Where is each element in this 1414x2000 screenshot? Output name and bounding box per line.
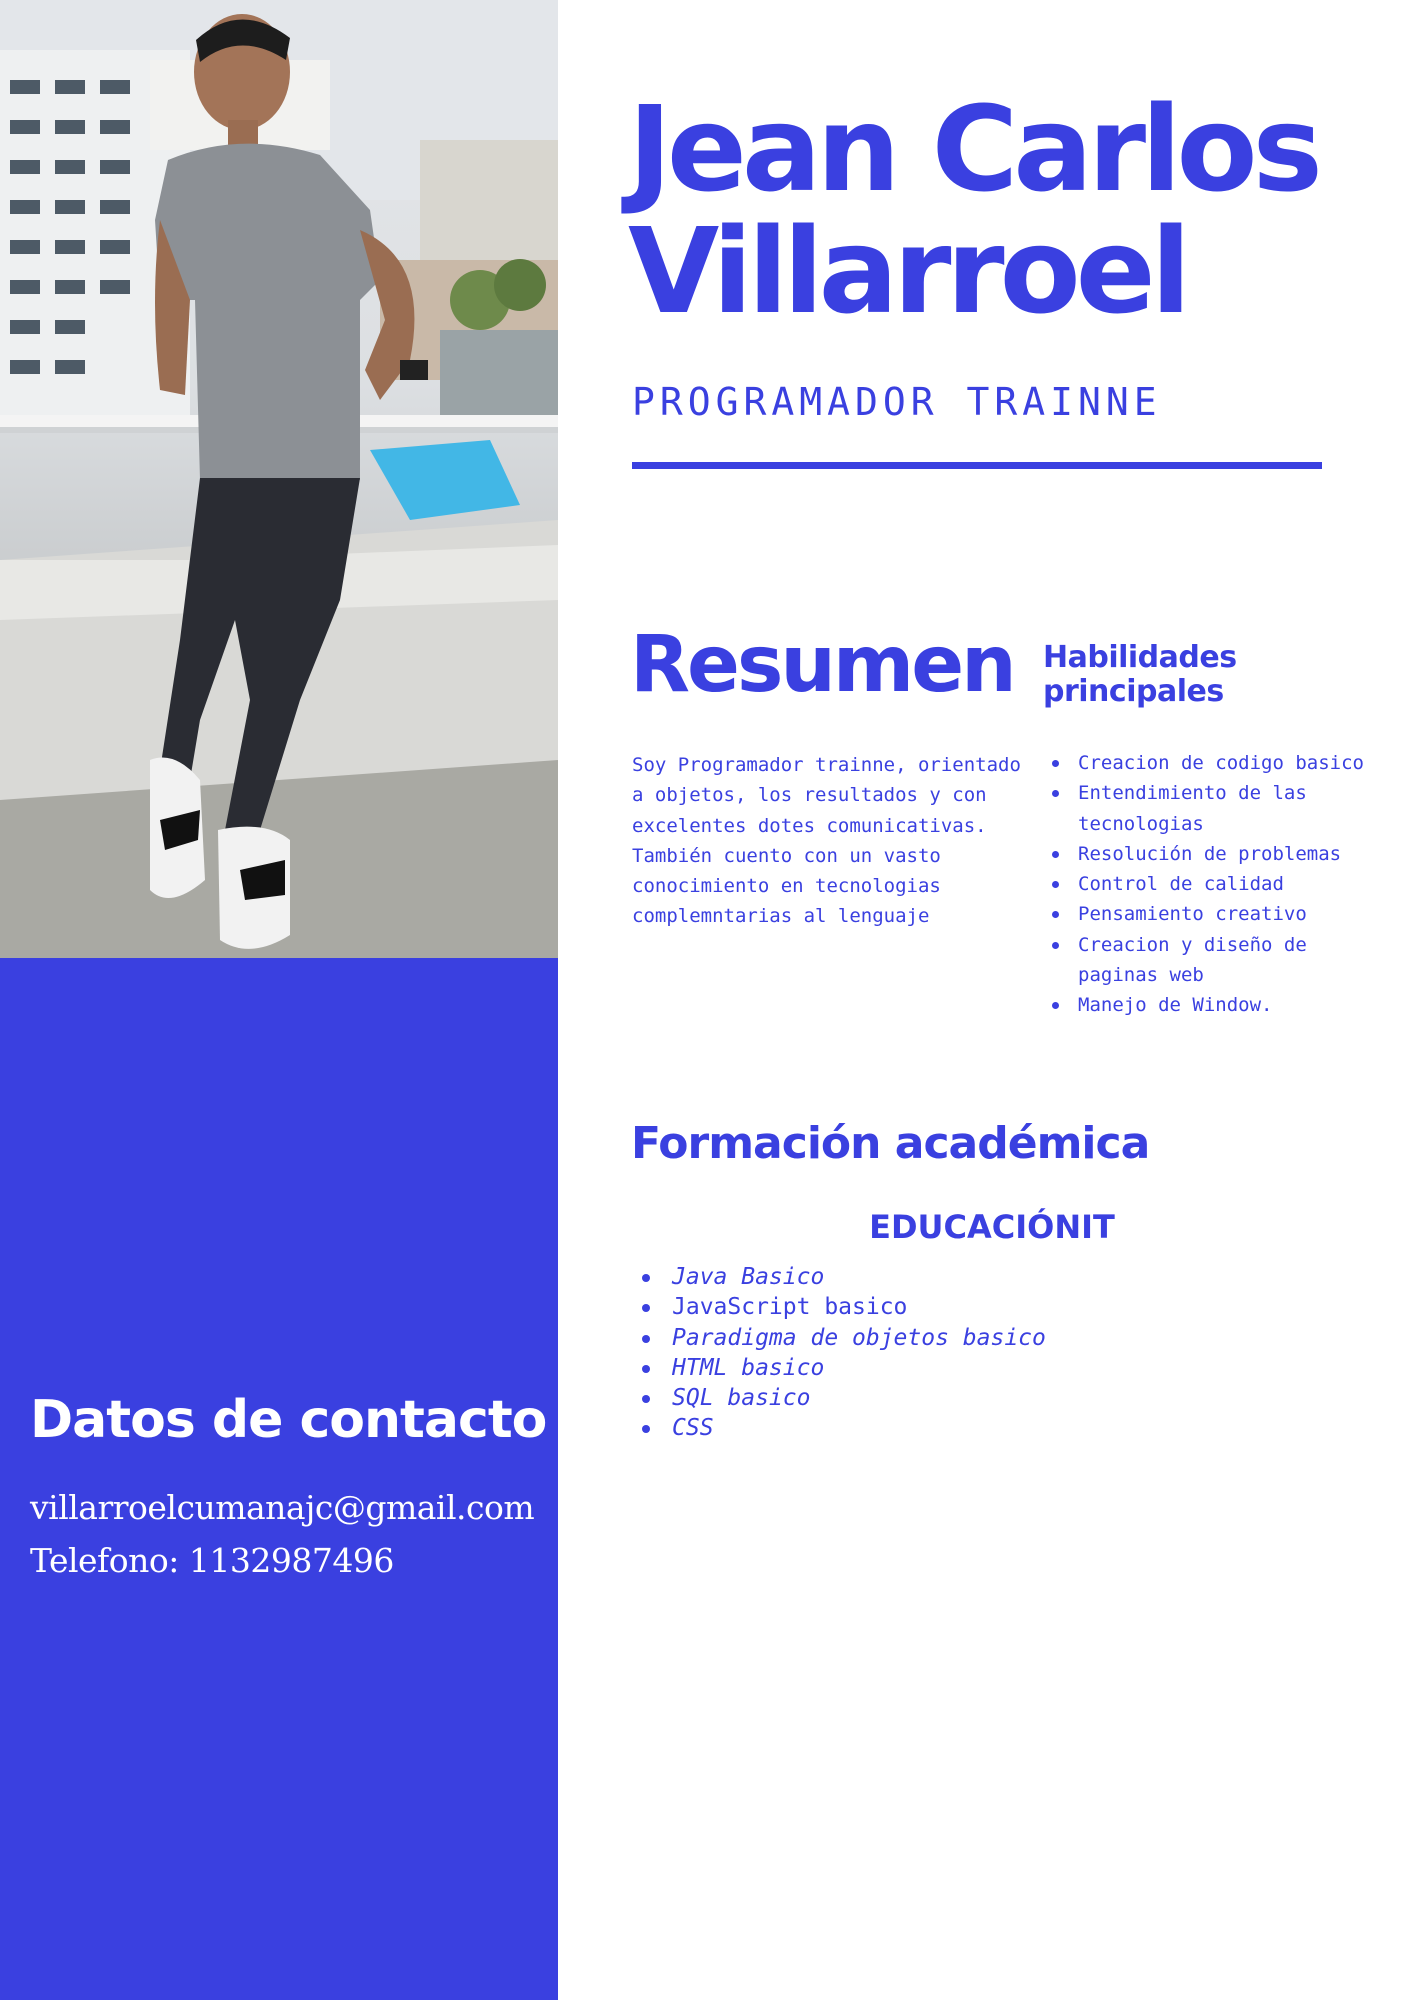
course-item: Paradigma de objetos basico <box>632 1323 1352 1353</box>
skill-item: Manejo de Window. <box>1048 990 1388 1020</box>
course-item: SQL basico <box>632 1383 1352 1413</box>
course-item: JavaScript basico <box>632 1292 1352 1322</box>
skills-list: Creacion de codigo basico Entendimiento … <box>1048 748 1388 1021</box>
education-title: Formación académica <box>631 1118 1150 1169</box>
contact-sidebar <box>0 958 558 2000</box>
profile-photo <box>0 0 558 958</box>
skill-item: Control de calidad <box>1048 869 1388 899</box>
skill-item: Creacion de codigo basico <box>1048 748 1388 778</box>
skills-title: Habilidades principales <box>1043 640 1237 709</box>
skill-item: Pensamiento creativo <box>1048 899 1388 929</box>
education-school: EDUCACIÓNIT <box>869 1208 1115 1246</box>
summary-title: Resumen <box>630 620 1017 710</box>
skill-item: Entendimiento de las tecnologias <box>1048 778 1388 839</box>
summary-text: Soy Programador trainne, orientado a obj… <box>632 754 1021 928</box>
profile-photo-illustration <box>0 0 558 958</box>
job-title: PROGRAMADOR TRAINNE <box>632 380 1162 424</box>
course-item: CSS <box>632 1413 1352 1443</box>
person-name-line-1: Jean Carlos <box>628 80 1323 218</box>
contact-phone: Telefono: 1132987496 <box>30 1541 394 1580</box>
course-item: HTML basico <box>632 1353 1352 1383</box>
education-course-list: Java Basico JavaScript basico Paradigma … <box>632 1262 1352 1444</box>
contact-title: Datos de contacto <box>30 1390 547 1450</box>
header-divider <box>632 462 1322 469</box>
person-name-line-2: Villarroel <box>628 202 1191 340</box>
contact-email[interactable]: villarroelcumanajc@gmail.com <box>30 1488 558 1527</box>
person-name: Jean Carlos Villarroel <box>628 88 1388 332</box>
course-item: Java Basico <box>632 1262 1352 1292</box>
skill-item: Resolución de problemas <box>1048 839 1388 869</box>
skill-item: Creacion y diseño de paginas web <box>1048 930 1388 991</box>
